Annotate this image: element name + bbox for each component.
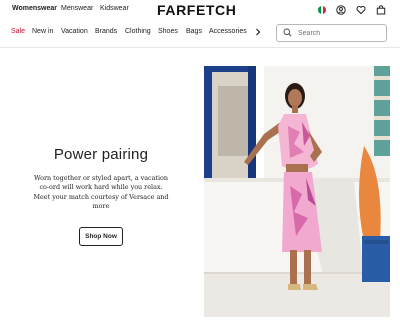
nav-item-shoes[interactable]: Shoes bbox=[158, 28, 178, 35]
nav-item-vacation[interactable]: Vacation bbox=[61, 28, 88, 35]
header-divider bbox=[0, 47, 400, 48]
account-icon[interactable] bbox=[336, 5, 346, 15]
chevron-right-icon[interactable] bbox=[254, 27, 262, 39]
nav-item-new-in[interactable]: New in bbox=[32, 28, 53, 35]
search-box[interactable] bbox=[276, 24, 387, 42]
nav-item-accessories[interactable]: Accessories bbox=[209, 28, 247, 35]
department-womenswear[interactable]: Womenswear bbox=[12, 5, 57, 12]
nav-item-brands[interactable]: Brands bbox=[95, 28, 117, 35]
shop-now-button[interactable]: Shop Now bbox=[79, 226, 123, 246]
department-bar: Womenswear Menswear Kidswear FARFETCH bbox=[0, 0, 400, 20]
farfetch-logo[interactable]: FARFETCH bbox=[157, 2, 236, 18]
nav-item-clothing[interactable]: Clothing bbox=[125, 28, 151, 35]
search-input[interactable] bbox=[298, 29, 383, 37]
nav-item-bags[interactable]: Bags bbox=[186, 28, 202, 35]
italy-flag-icon[interactable] bbox=[318, 6, 326, 14]
search-icon bbox=[283, 24, 292, 42]
hero-image[interactable] bbox=[204, 66, 390, 317]
department-menswear[interactable]: Menswear bbox=[61, 5, 93, 12]
nav-item-sale[interactable]: Sale bbox=[11, 28, 25, 35]
hero-description: Worn together or styled apart, a vacatio… bbox=[33, 174, 169, 211]
shopping-bag-icon[interactable] bbox=[376, 5, 386, 15]
department-kidswear[interactable]: Kidswear bbox=[100, 5, 129, 12]
wishlist-heart-icon[interactable] bbox=[356, 5, 366, 15]
hero-text-block: Power pairing Worn together or styled ap… bbox=[0, 146, 202, 246]
header-icons bbox=[318, 4, 386, 16]
hero-title: Power pairing bbox=[53, 146, 149, 163]
